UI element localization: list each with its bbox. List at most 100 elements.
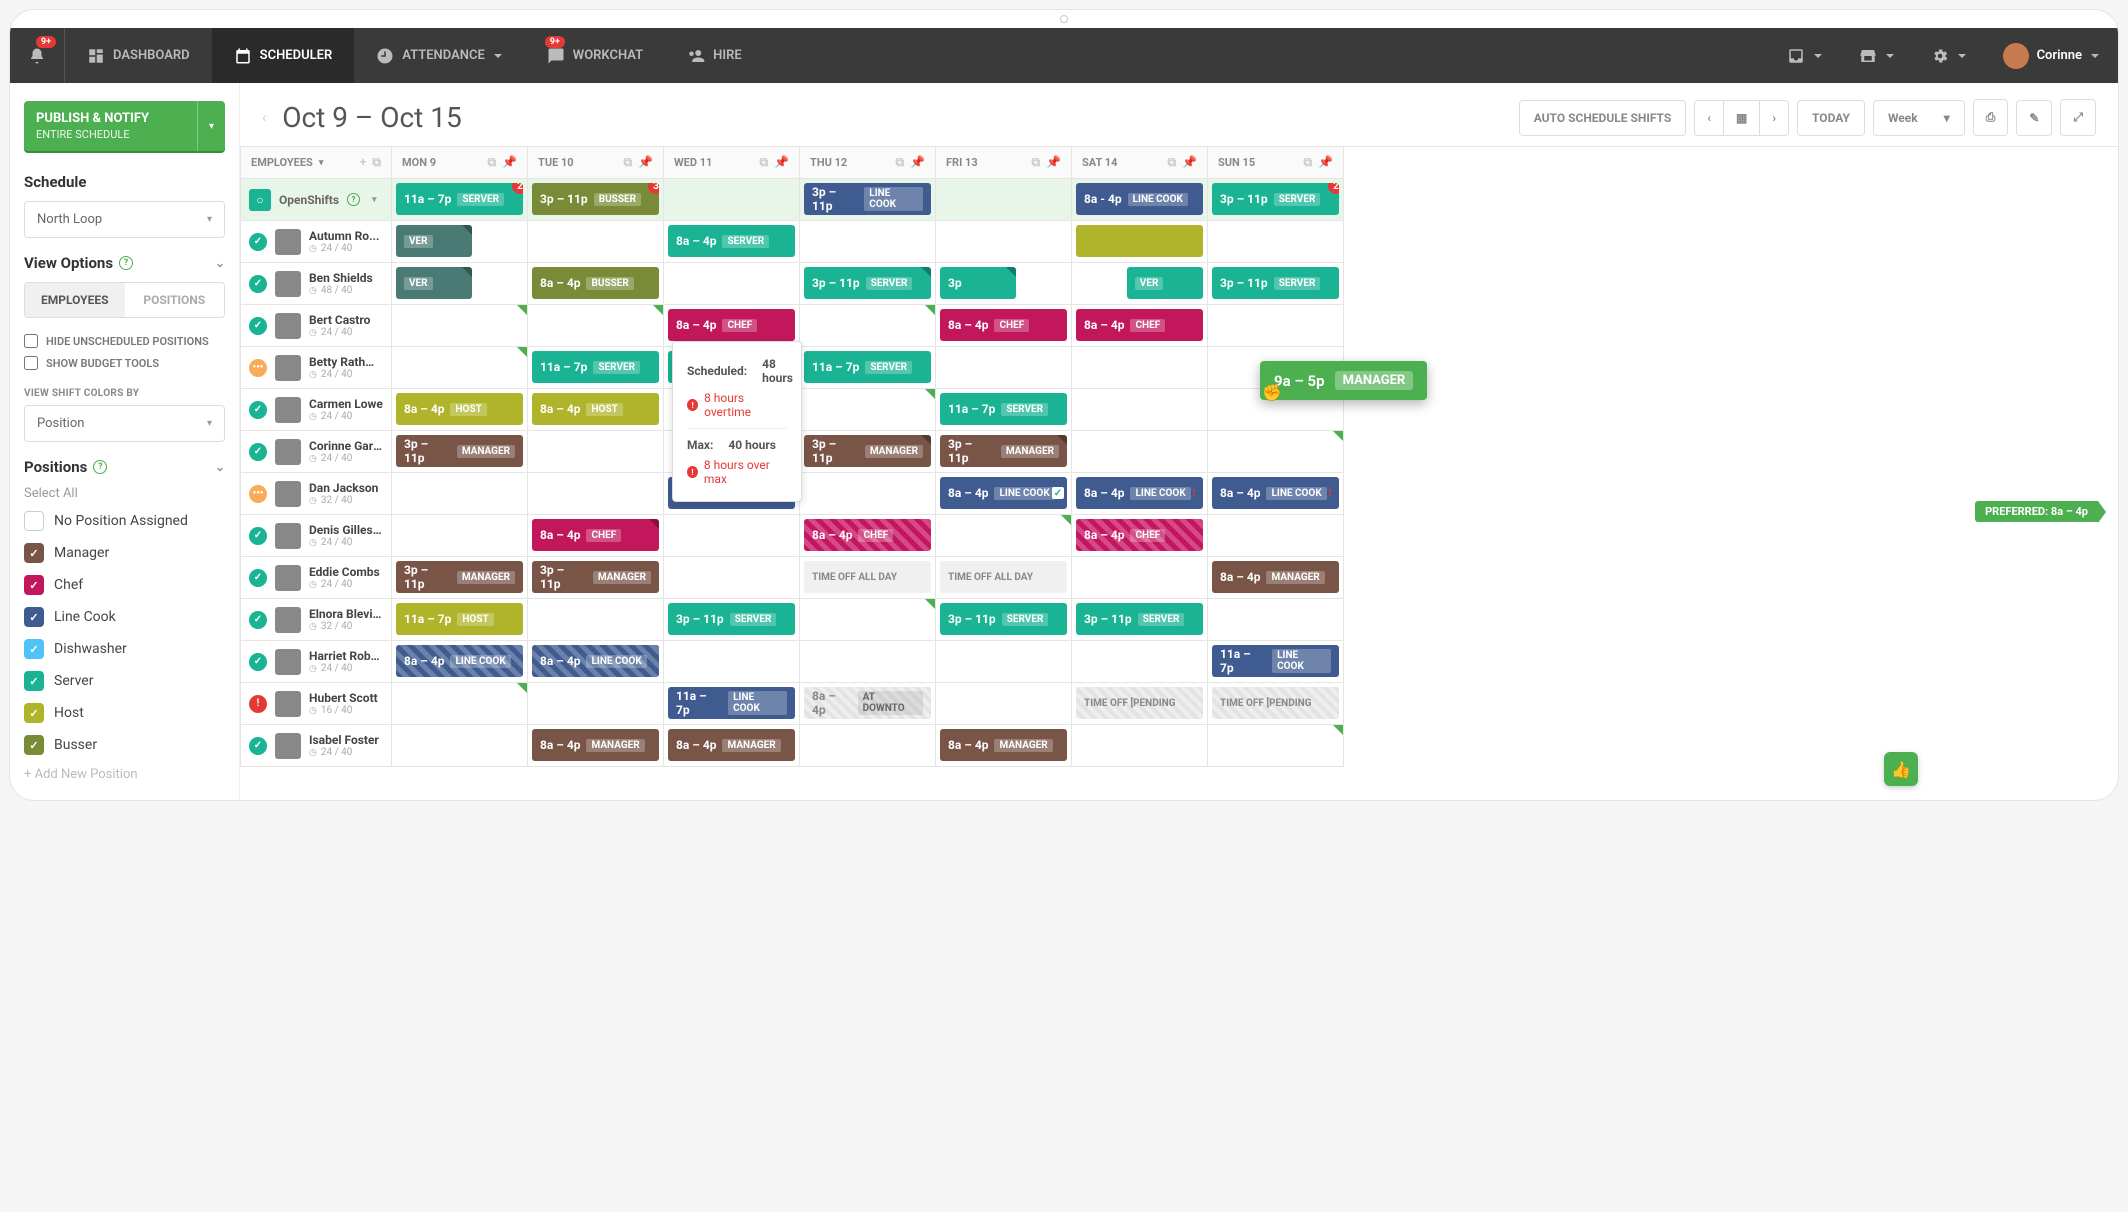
position-filter-row[interactable]: No Position Assigned bbox=[24, 505, 225, 537]
schedule-cell[interactable]: TIME OFF ALL DAY bbox=[800, 557, 936, 599]
schedule-cell[interactable] bbox=[936, 641, 1072, 683]
shift-block[interactable]: 8a – 4pCHEF bbox=[668, 309, 795, 341]
next-week-button[interactable]: › bbox=[1759, 100, 1789, 136]
schedule-cell[interactable]: 8a – 4pCHEF bbox=[1072, 515, 1208, 557]
employee-cell[interactable]: ✓Ben Shields48 / 40 bbox=[240, 263, 392, 305]
publish-dropdown[interactable]: ▾ bbox=[197, 101, 225, 151]
nav-workchat[interactable]: WORKCHAT 9+ bbox=[525, 28, 665, 83]
shift-block[interactable]: 8a – 4pLINE COOK! bbox=[1076, 477, 1203, 509]
seg-employees[interactable]: EMPLOYEES bbox=[25, 283, 125, 317]
shift-block[interactable]: TIME OFF ALL DAY bbox=[804, 561, 931, 593]
employee-cell[interactable]: !Hubert Scott16 / 40 bbox=[240, 683, 392, 725]
schedule-cell[interactable] bbox=[800, 305, 936, 347]
shift-block[interactable]: 3p – 11pLINE COOK bbox=[804, 183, 931, 215]
shift-block[interactable]: 11a – 7pLINE COOK bbox=[668, 687, 795, 719]
back-button[interactable]: ‹ bbox=[262, 110, 266, 126]
shift-block[interactable]: 3p – 11pMANAGER bbox=[396, 435, 523, 467]
shift-block[interactable]: 8a – 4pCHEF bbox=[1076, 309, 1203, 341]
schedule-cell[interactable]: TIME OFF ALL DAY bbox=[936, 557, 1072, 599]
shift-block[interactable] bbox=[1076, 225, 1203, 257]
schedule-cell[interactable] bbox=[392, 725, 528, 767]
schedule-cell[interactable]: 3p – 11pMANAGER bbox=[392, 431, 528, 473]
schedule-cell[interactable]: 8a – 4pSERVER bbox=[664, 221, 800, 263]
schedule-cell[interactable] bbox=[1072, 431, 1208, 473]
schedule-cell[interactable] bbox=[936, 683, 1072, 725]
schedule-cell[interactable]: 3p – 11pSERVER bbox=[664, 599, 800, 641]
schedule-cell[interactable]: 8a – 4pMANAGER bbox=[936, 725, 1072, 767]
shift-block[interactable]: 8a – 4pLINE COOK✓ bbox=[940, 477, 1067, 509]
copy-icon[interactable]: ⧉ bbox=[372, 155, 381, 170]
position-filter-row[interactable]: ✓Manager bbox=[24, 537, 225, 569]
schedule-cell[interactable] bbox=[1072, 641, 1208, 683]
store-button[interactable] bbox=[1841, 28, 1913, 83]
schedule-cell[interactable] bbox=[528, 305, 664, 347]
shift-block[interactable]: 8a – 4pMANAGER bbox=[668, 729, 795, 761]
position-filter-row[interactable]: ✓Dishwasher bbox=[24, 633, 225, 665]
schedule-cell[interactable]: 8a – 4pLINE COOK! bbox=[1072, 473, 1208, 515]
schedule-cell[interactable]: 3p bbox=[936, 263, 1072, 305]
shift-block[interactable]: 11a – 7pHOST bbox=[396, 603, 523, 635]
user-menu[interactable]: Corinne bbox=[1985, 28, 2118, 83]
schedule-cell[interactable] bbox=[800, 221, 936, 263]
schedule-cell[interactable]: 3p – 11pMANAGER bbox=[800, 431, 936, 473]
employee-cell[interactable]: ✓Autumn Ro...24 / 40 bbox=[240, 221, 392, 263]
schedule-cell[interactable]: 3p – 11pSERVER bbox=[800, 263, 936, 305]
schedule-cell[interactable]: 11a – 7pLINE COOK bbox=[1208, 641, 1344, 683]
shift-block[interactable]: 3p – 11pSERVER2 bbox=[1212, 183, 1339, 215]
nav-dashboard[interactable]: DASHBOARD bbox=[65, 28, 212, 83]
schedule-cell[interactable]: 8a – 4pLINE COOK bbox=[392, 641, 528, 683]
schedule-cell[interactable]: 8a – 4pCHEF bbox=[800, 515, 936, 557]
shift-block[interactable]: 8a – 4pMANAGER bbox=[940, 729, 1067, 761]
employee-cell[interactable]: ✓Corinne Garris...24 / 40 bbox=[240, 431, 392, 473]
shift-block[interactable]: VER bbox=[396, 225, 472, 257]
schedule-cell[interactable] bbox=[528, 683, 664, 725]
schedule-cell[interactable] bbox=[936, 179, 1072, 221]
today-button[interactable]: TODAY bbox=[1797, 100, 1865, 136]
nav-attendance[interactable]: ATTENDANCE bbox=[354, 28, 525, 83]
schedule-cell[interactable] bbox=[664, 641, 800, 683]
schedule-cell[interactable]: 3p – 11pMANAGER bbox=[392, 557, 528, 599]
schedule-cell[interactable] bbox=[1208, 305, 1344, 347]
schedule-cell[interactable] bbox=[1208, 599, 1344, 641]
employee-cell[interactable]: ✓Isabel Foster24 / 40 bbox=[240, 725, 392, 767]
schedule-cell[interactable]: VER bbox=[392, 263, 528, 305]
shift-block[interactable]: 3p – 11pBUSSER3 bbox=[532, 183, 659, 215]
shift-block[interactable]: 3p – 11pSERVER bbox=[940, 603, 1067, 635]
shift-block[interactable]: 8a – 4pCHEF bbox=[804, 519, 931, 551]
schedule-cell[interactable]: 3p – 11pSERVER2 bbox=[1208, 179, 1344, 221]
shift-block[interactable]: 8a – 4pLINE COOK bbox=[396, 645, 523, 677]
approve-fab[interactable]: 👍 bbox=[1884, 752, 1918, 786]
auto-schedule-button[interactable]: AUTO SCHEDULE SHIFTS bbox=[1519, 100, 1687, 136]
shift-block[interactable]: VER bbox=[1127, 267, 1203, 299]
schedule-cell[interactable]: 11a – 7pSERVER2 bbox=[392, 179, 528, 221]
schedule-select[interactable]: North Loop▾ bbox=[24, 201, 225, 238]
shift-block[interactable]: TIME OFF [PENDING bbox=[1212, 687, 1339, 719]
shift-block[interactable]: 3p – 11pSERVER bbox=[668, 603, 795, 635]
shift-block[interactable]: 3p – 11pSERVER bbox=[1212, 267, 1339, 299]
shift-block[interactable]: 8a – 4pCHEF bbox=[532, 519, 659, 551]
shift-block[interactable]: 8a – 4pBUSSER bbox=[532, 267, 659, 299]
shift-block[interactable]: 8a – 4pSERVER bbox=[668, 225, 795, 257]
shift-block[interactable]: VER bbox=[396, 267, 472, 299]
employee-cell[interactable]: •••Betty Rathmen24 / 40 bbox=[240, 347, 392, 389]
employee-cell[interactable]: •••Dan Jackson32 / 40 bbox=[240, 473, 392, 515]
schedule-cell[interactable]: 8a – 4pCHEF bbox=[936, 305, 1072, 347]
chevron-down-icon[interactable]: ⌄ bbox=[215, 460, 225, 474]
expand-button[interactable]: ⤢ bbox=[2060, 99, 2096, 136]
schedule-cell[interactable] bbox=[664, 179, 800, 221]
schedule-cell[interactable]: 3p – 11pSERVER bbox=[936, 599, 1072, 641]
position-filter-row[interactable]: ✓Server bbox=[24, 665, 225, 697]
shift-block[interactable]: 8a - 4pLINE COOK bbox=[1076, 183, 1203, 215]
employee-cell[interactable]: ✓Carmen Lowe24 / 40 bbox=[240, 389, 392, 431]
schedule-cell[interactable] bbox=[936, 221, 1072, 263]
schedule-cell[interactable] bbox=[392, 305, 528, 347]
schedule-cell[interactable] bbox=[528, 431, 664, 473]
schedule-cell[interactable]: 3p – 11pSERVER bbox=[1072, 599, 1208, 641]
shift-block[interactable]: 8a – 4pHOST bbox=[396, 393, 523, 425]
schedule-cell[interactable] bbox=[392, 515, 528, 557]
shift-block[interactable]: 3p bbox=[940, 267, 1016, 299]
schedule-cell[interactable] bbox=[800, 389, 936, 431]
openshifts-label[interactable]: ○OpenShifts?▾ bbox=[240, 179, 392, 221]
shift-block[interactable]: 8a – 4pLINE COOK bbox=[532, 645, 659, 677]
colors-select[interactable]: Position▾ bbox=[24, 405, 225, 442]
